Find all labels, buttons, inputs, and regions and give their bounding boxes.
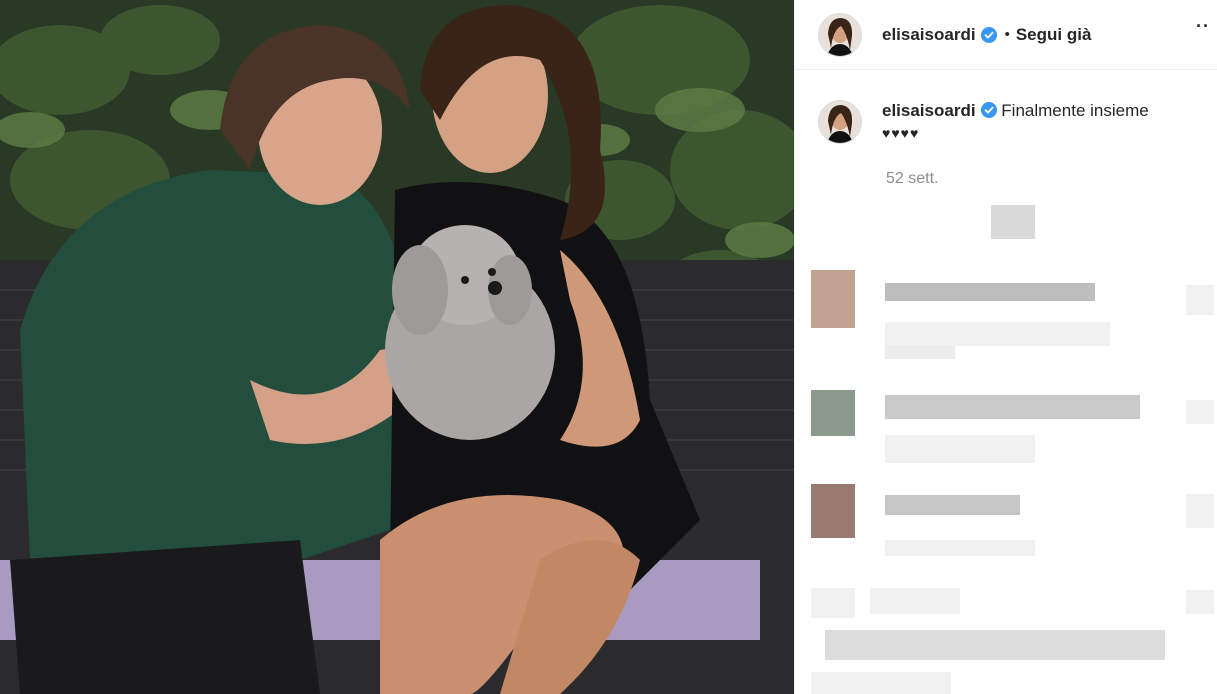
caption-text: elisaisoardi Finalmente insieme ♥♥♥♥ (882, 100, 1149, 144)
verified-badge-icon (980, 26, 997, 43)
comment-row (885, 540, 1035, 556)
avatar-image (819, 13, 861, 56)
post-header: elisaisoardi • Segui già ·· (795, 0, 1217, 70)
loading-spinner-icon (991, 205, 1035, 239)
comment-row (885, 395, 1140, 419)
comment-avatar[interactable] (811, 588, 855, 618)
header-username[interactable]: elisaisoardi (882, 25, 976, 45)
follow-status-button[interactable]: Segui già (1016, 25, 1092, 45)
post-image (0, 0, 794, 694)
caption-author-avatar[interactable] (818, 100, 862, 144)
verified-badge-icon (980, 102, 997, 118)
header-separator: • (1004, 26, 1010, 43)
comment-like-icon[interactable] (1186, 400, 1214, 424)
comment-row (885, 345, 955, 359)
comment-row (811, 672, 951, 694)
caption: elisaisoardi Finalmente insieme ♥♥♥♥ (818, 100, 1198, 144)
post-photo[interactable] (0, 0, 794, 694)
comment-avatar[interactable] (811, 390, 855, 436)
comment-row (885, 435, 1035, 463)
post-timestamp[interactable]: 52 sett. (886, 170, 938, 188)
comment-row (885, 283, 1095, 301)
comment-like-icon[interactable] (1186, 590, 1214, 614)
avatar-image (819, 101, 861, 143)
caption-body: Finalmente insieme (1001, 101, 1149, 120)
comment-row (870, 588, 960, 614)
comment-avatar[interactable] (811, 484, 855, 538)
comment-row (885, 322, 1110, 346)
more-options-icon[interactable]: ·· (1196, 16, 1210, 37)
caption-username[interactable]: elisaisoardi (882, 101, 976, 120)
post-side-panel: elisaisoardi • Segui già ·· elisaisoardi… (794, 0, 1217, 694)
comment-avatar[interactable] (811, 270, 855, 328)
caption-hearts: ♥♥♥♥ (882, 125, 920, 141)
comment-row (825, 630, 1165, 660)
comment-like-icon[interactable] (1186, 285, 1214, 315)
author-avatar[interactable] (818, 12, 862, 57)
comment-like-icon[interactable] (1186, 494, 1214, 528)
comment-row (885, 495, 1020, 515)
